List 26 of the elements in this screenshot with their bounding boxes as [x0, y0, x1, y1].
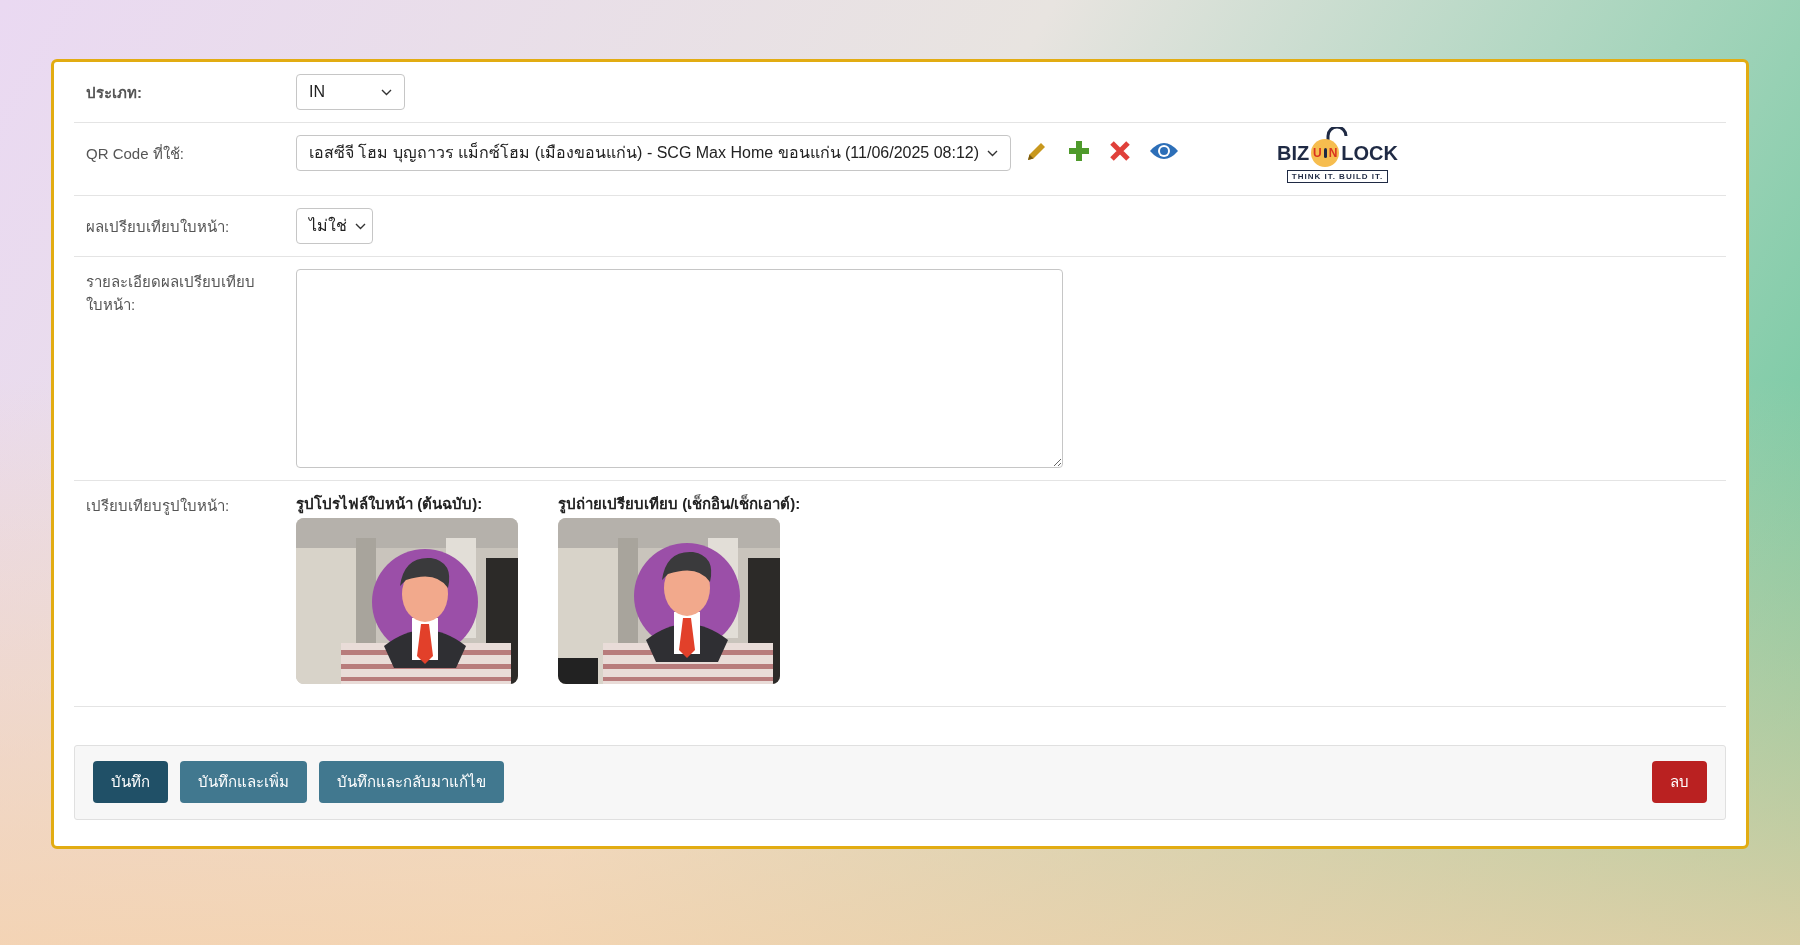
caret-icon — [355, 222, 366, 230]
select-field[interactable]: IN — [296, 74, 405, 110]
close-icon[interactable] — [1109, 140, 1132, 162]
logo-tagline: THINK IT. BUILD IT. — [1286, 170, 1389, 183]
logo-letter: U — [1313, 147, 1322, 159]
select-field[interactable]: เอสซีจี โฮม บุญถาวร แม็กซ์โฮม (เมืองขอนแก่น) - SCG Max Home ขอนแก่น (11/06/2025 08:12) — [296, 135, 1012, 171]
field-label: ผลเปรียบเทียบใบหน้า: — [86, 217, 231, 237]
action-button[interactable]: บันทึกและเพิ่ม — [180, 761, 307, 803]
logo-text: BIZ — [1277, 143, 1310, 163]
caret-icon — [987, 149, 999, 157]
field-label: ประเภท: — [86, 83, 143, 103]
action-button[interactable]: บันทึกและกลับมาแก้ไข — [319, 761, 504, 803]
action-button[interactable]: ลบ — [1652, 761, 1707, 803]
select-field[interactable]: ไม่ใช่ — [296, 208, 373, 244]
plus-icon[interactable] — [1067, 139, 1092, 163]
logo-text: LOCK — [1341, 143, 1398, 163]
field-label: รายละเอียดผลเปรียบเทียบใบหน้า: — [86, 272, 256, 315]
field-label: เปรียบเทียบรูปใบหน้า: — [86, 496, 231, 517]
logo-letter: N — [1328, 147, 1338, 159]
photo-caption: รูปโปรไฟล์ใบหน้า (ต้นฉบับ): — [296, 493, 484, 516]
photo-caption: รูปถ่ายเปรียบเทียบ (เช็กอิน/เช็กเอาต์): — [558, 493, 801, 516]
eye-icon[interactable] — [1149, 141, 1180, 161]
shackle-icon — [1325, 127, 1350, 141]
field-label: QR Code ที่ใช้: — [86, 143, 185, 164]
caret-icon — [381, 88, 392, 96]
action-button[interactable]: บันทึก — [93, 761, 168, 803]
